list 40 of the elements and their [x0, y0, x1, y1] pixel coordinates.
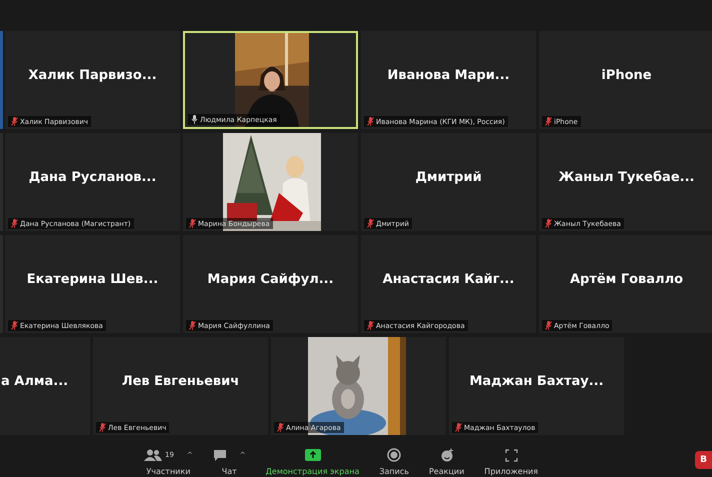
participant-name: Дана Русланов... — [28, 170, 156, 184]
participant-name: Жаныл Тукебае... — [558, 170, 694, 184]
muted-mic-icon — [545, 117, 552, 126]
participant-name: Артём Говалло — [570, 272, 684, 286]
leave-button[interactable]: В — [695, 451, 712, 469]
share-screen-icon — [304, 449, 321, 461]
participant-name: iPhone — [601, 68, 652, 82]
chat-icon — [212, 448, 227, 462]
muted-mic-icon — [11, 117, 18, 126]
participant-name: Екатерина Шев... — [26, 272, 158, 286]
muted-mic-icon — [545, 219, 552, 228]
toolbar-button[interactable]: Реакции — [424, 445, 468, 476]
participant-name: Дмитрий — [415, 170, 482, 184]
muted-mic-icon — [189, 219, 196, 228]
participant-name: Халик Парвизо... — [28, 68, 157, 82]
toolbar-button[interactable]: Приложения — [480, 445, 542, 476]
muted-mic-icon — [11, 321, 18, 330]
toolbar-button[interactable]: Запись — [375, 445, 413, 476]
muted-mic-icon — [545, 321, 552, 330]
toolbar-button[interactable]: Демонстрация экрана — [262, 445, 364, 476]
participant-name: Анастасия Кайг... — [382, 272, 514, 286]
mic-icon — [191, 115, 198, 124]
muted-mic-icon — [367, 117, 374, 126]
participant-name: а Алма... — [1, 374, 68, 388]
muted-mic-icon — [11, 219, 18, 228]
apps-icon — [504, 448, 518, 462]
participant-name: Маджан Бахтау... — [469, 374, 604, 388]
muted-mic-icon — [367, 321, 374, 330]
emoji-icon — [440, 448, 454, 462]
muted-mic-icon — [99, 423, 106, 432]
video-tile[interactable]: а Алма... — [0, 337, 90, 435]
participant-name: Лев Евгеньевич — [122, 374, 240, 388]
participant-name: Мария Сайфул... — [207, 272, 334, 286]
people-icon — [144, 449, 162, 461]
participant-name: Иванова Мари... — [387, 68, 510, 82]
muted-mic-icon — [367, 219, 374, 228]
muted-mic-icon — [277, 423, 284, 432]
muted-mic-icon — [189, 321, 196, 330]
muted-mic-icon — [455, 423, 462, 432]
record-icon — [387, 448, 402, 462]
